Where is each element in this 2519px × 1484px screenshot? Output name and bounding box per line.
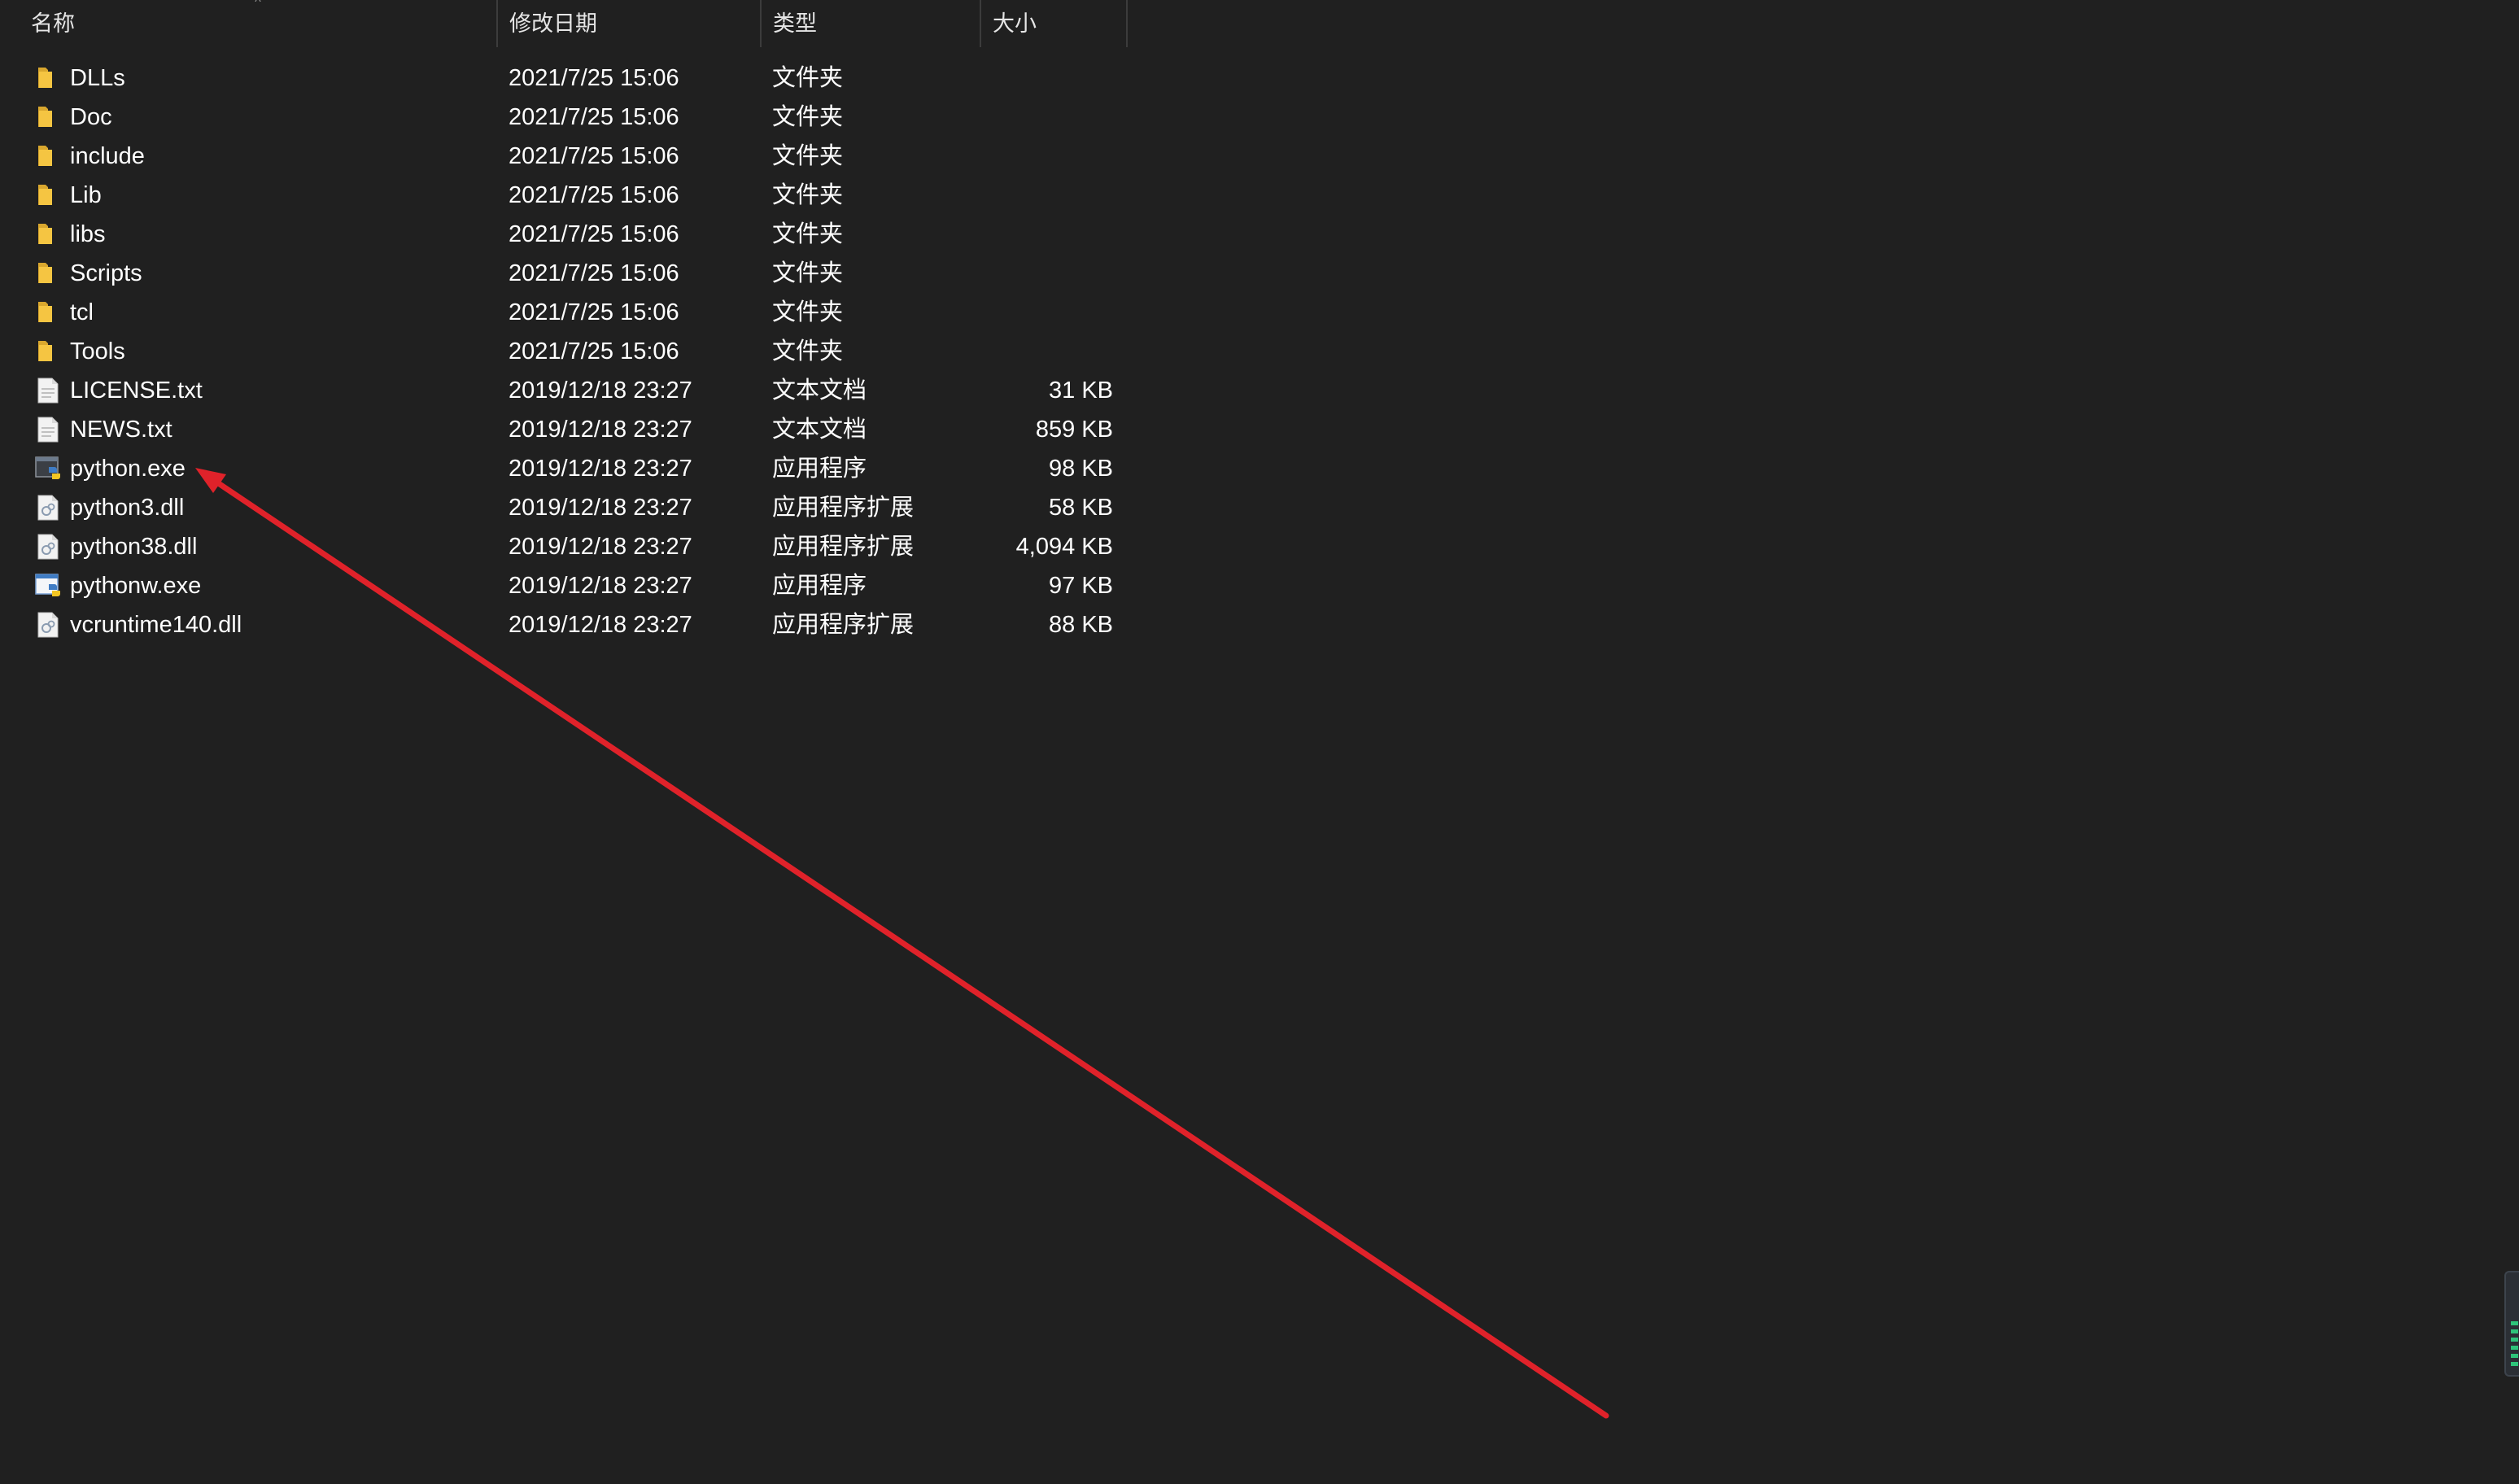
- file-name: tcl: [70, 299, 94, 325]
- text-file-icon: [34, 417, 62, 443]
- file-date-modified: 2021/7/25 15:06: [509, 143, 679, 169]
- file-type: 应用程序扩展: [772, 612, 915, 638]
- file-name: vcruntime140.dll: [70, 612, 242, 638]
- text-file-icon: [34, 378, 62, 404]
- file-type: 文件夹: [772, 143, 844, 169]
- file-size: [981, 332, 1113, 371]
- file-row[interactable]: DLLs 2021/7/25 15:06 文件夹: [0, 59, 1131, 98]
- file-row[interactable]: python3.dll 2019/12/18 23:27 应用程序扩展 58 KB: [0, 488, 1131, 527]
- file-list: DLLs 2021/7/25 15:06 文件夹 Doc 2021/7/25 15:06…: [0, 59, 1131, 644]
- file-date-modified: 2019/12/18 23:27: [509, 417, 692, 443]
- dll-file-icon: [34, 612, 62, 638]
- file-type: 文件夹: [772, 338, 844, 364]
- file-size: [981, 293, 1113, 332]
- file-size: 98 KB: [1049, 456, 1113, 482]
- folder-icon: [34, 65, 62, 91]
- file-size: 859 KB: [1035, 417, 1113, 443]
- file-name: NEWS.txt: [70, 417, 172, 443]
- file-type: 文件夹: [772, 299, 844, 325]
- file-row[interactable]: tcl 2021/7/25 15:06 文件夹: [0, 293, 1131, 332]
- folder-icon: [34, 182, 62, 208]
- file-size: [981, 215, 1113, 254]
- column-header-bar: 名称 ^ 修改日期 类型 大小: [0, 0, 1131, 47]
- file-row[interactable]: python.exe 2019/12/18 23:27 应用程序 98 KB: [0, 449, 1131, 488]
- file-name: python3.dll: [70, 495, 185, 521]
- file-name: python.exe: [70, 456, 186, 482]
- file-size: 31 KB: [1049, 378, 1113, 404]
- file-type: 文件夹: [772, 182, 844, 208]
- file-size: 97 KB: [1049, 573, 1113, 599]
- column-header-type[interactable]: 类型: [762, 0, 981, 47]
- file-name: LICENSE.txt: [70, 378, 203, 404]
- file-size: [981, 176, 1113, 215]
- file-date-modified: 2021/7/25 15:06: [509, 299, 679, 325]
- folder-icon: [34, 260, 62, 286]
- folder-icon: [34, 299, 62, 325]
- file-row[interactable]: Lib 2021/7/25 15:06 文件夹: [0, 176, 1131, 215]
- pythonw-exe-icon: [34, 573, 62, 599]
- file-type: 文件夹: [772, 260, 844, 286]
- file-type: 应用程序扩展: [772, 534, 915, 560]
- file-row[interactable]: python38.dll 2019/12/18 23:27 应用程序扩展 4,094 …: [0, 527, 1131, 566]
- file-type: 文本文档: [772, 378, 867, 404]
- dll-file-icon: [34, 495, 62, 521]
- file-name: python38.dll: [70, 534, 198, 560]
- file-date-modified: 2019/12/18 23:27: [509, 495, 692, 521]
- file-row[interactable]: pythonw.exe 2019/12/18 23:27 应用程序 97 KB: [0, 566, 1131, 605]
- file-name: libs: [70, 221, 106, 247]
- file-type: 应用程序扩展: [772, 495, 915, 521]
- side-panel-handle[interactable]: [2504, 1271, 2519, 1377]
- file-row[interactable]: libs 2021/7/25 15:06 文件夹: [0, 215, 1131, 254]
- file-type: 应用程序: [772, 573, 867, 599]
- file-date-modified: 2019/12/18 23:27: [509, 573, 692, 599]
- file-date-modified: 2021/7/25 15:06: [509, 338, 679, 364]
- folder-icon: [34, 338, 62, 364]
- file-date-modified: 2019/12/18 23:27: [509, 378, 692, 404]
- file-name: Tools: [70, 338, 125, 364]
- column-header-size[interactable]: 大小: [981, 0, 1128, 47]
- file-size: [981, 137, 1113, 176]
- file-date-modified: 2019/12/18 23:27: [509, 534, 692, 560]
- file-date-modified: 2019/12/18 23:27: [509, 456, 692, 482]
- file-size: [981, 98, 1113, 137]
- file-size: 58 KB: [1049, 495, 1113, 521]
- file-type: 应用程序: [772, 456, 867, 482]
- file-type: 文件夹: [772, 221, 844, 247]
- python-exe-icon: [34, 456, 62, 482]
- file-name: Lib: [70, 182, 102, 208]
- file-name: pythonw.exe: [70, 573, 202, 599]
- dll-file-icon: [34, 534, 62, 560]
- sort-ascending-icon[interactable]: ^: [252, 0, 264, 9]
- file-type: 文本文档: [772, 417, 867, 443]
- file-row[interactable]: LICENSE.txt 2019/12/18 23:27 文本文档 31 KB: [0, 371, 1131, 410]
- file-row[interactable]: include 2021/7/25 15:06 文件夹: [0, 137, 1131, 176]
- file-size: [981, 59, 1113, 98]
- folder-icon: [34, 221, 62, 247]
- file-row[interactable]: Tools 2021/7/25 15:06 文件夹: [0, 332, 1131, 371]
- file-date-modified: 2021/7/25 15:06: [509, 104, 679, 130]
- column-header-date-modified[interactable]: 修改日期: [498, 0, 762, 47]
- file-name: DLLs: [70, 65, 125, 91]
- file-type: 文件夹: [772, 104, 844, 130]
- folder-icon: [34, 143, 62, 169]
- file-date-modified: 2021/7/25 15:06: [509, 65, 679, 91]
- file-name: include: [70, 143, 145, 169]
- file-date-modified: 2019/12/18 23:27: [509, 612, 692, 638]
- file-row[interactable]: NEWS.txt 2019/12/18 23:27 文本文档 859 KB: [0, 410, 1131, 449]
- file-size: 88 KB: [1049, 612, 1113, 638]
- file-row[interactable]: Scripts 2021/7/25 15:06 文件夹: [0, 254, 1131, 293]
- file-size: [981, 254, 1113, 293]
- file-size: 4,094 KB: [1015, 534, 1113, 560]
- file-row[interactable]: vcruntime140.dll 2019/12/18 23:27 应用程序扩展 88…: [0, 605, 1131, 644]
- file-date-modified: 2021/7/25 15:06: [509, 221, 679, 247]
- folder-icon: [34, 104, 62, 130]
- file-date-modified: 2021/7/25 15:06: [509, 260, 679, 286]
- file-row[interactable]: Doc 2021/7/25 15:06 文件夹: [0, 98, 1131, 137]
- file-type: 文件夹: [772, 65, 844, 91]
- file-name: Scripts: [70, 260, 142, 286]
- file-date-modified: 2021/7/25 15:06: [509, 182, 679, 208]
- file-name: Doc: [70, 104, 112, 130]
